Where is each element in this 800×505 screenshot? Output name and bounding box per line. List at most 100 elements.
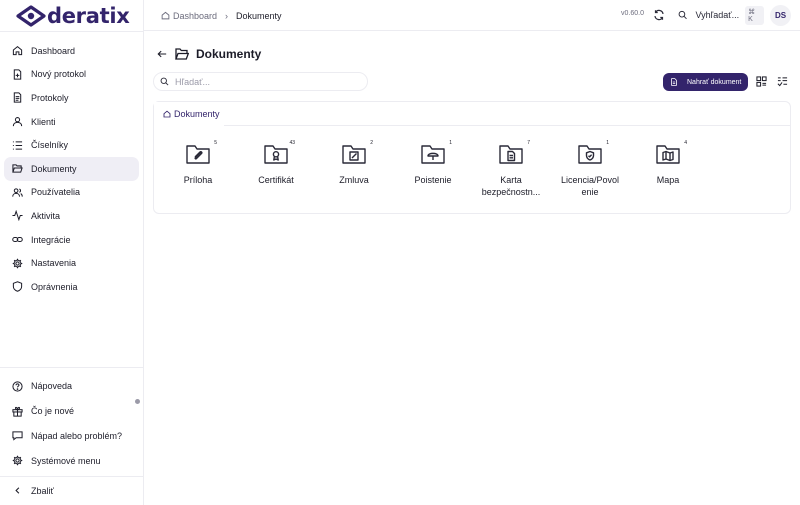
umbrella-folder-icon	[421, 145, 445, 164]
folder-label: Zmluva	[339, 175, 369, 185]
folder-karta-bezpecnostna[interactable]: 7 Karta bezpečnostn...	[471, 140, 551, 198]
sidebar-nav: Dashboard Nový protokol Protokoly Klient…	[4, 39, 139, 299]
sidebar-item-klienti[interactable]: Klienti	[4, 110, 139, 134]
sidebar-item-integracie[interactable]: Integrácie	[4, 228, 139, 252]
list-view-icon[interactable]	[777, 76, 788, 87]
sidebar-item-systemove-menu[interactable]: Systémové menu	[4, 448, 139, 473]
folder-open-icon	[175, 48, 189, 60]
home-icon	[12, 46, 23, 56]
folder-count: 7	[527, 140, 530, 146]
page-header: Dokumenty	[157, 45, 261, 63]
top-bar: Dashboard › Dokumenty v0.60.0 Vyhľadať..…	[144, 0, 800, 31]
gift-icon	[12, 406, 23, 417]
back-arrow-icon[interactable]	[157, 49, 167, 59]
logo[interactable]: deratix	[16, 2, 130, 30]
sidebar-item-label: Nový protokol	[31, 69, 87, 80]
sidebar-item-protokoly[interactable]: Protokoly	[4, 86, 139, 110]
sidebar-item-dashboard[interactable]: Dashboard	[4, 39, 139, 63]
folder-open-icon	[12, 164, 23, 173]
list-icon	[12, 141, 23, 150]
sidebar-item-nastavenia[interactable]: Nastavenia	[4, 251, 139, 275]
chevron-right-icon: ›	[225, 10, 229, 21]
folder-label: Karta bezpečnostn...	[481, 175, 541, 197]
folder-poistenie[interactable]: 1 Poistenie	[393, 140, 473, 186]
sidebar-item-feedback[interactable]: Nápad alebo problém?	[4, 424, 139, 449]
sidebar-item-novy-protokol[interactable]: Nový protokol	[4, 63, 139, 87]
sidebar-item-label: Nápoveda	[31, 381, 73, 392]
refresh-icon[interactable]	[653, 9, 665, 21]
tab-label: Dokumenty	[174, 109, 220, 119]
upload-document-button[interactable]: Nahrať dokument	[663, 73, 748, 91]
file-icon	[671, 78, 677, 86]
grid-view-icon[interactable]	[756, 76, 767, 87]
activity-icon	[12, 210, 23, 222]
sidebar-item-label: Klienti	[31, 116, 56, 127]
sidebar-item-label: Nápad alebo problém?	[31, 430, 123, 441]
gear-icon	[12, 258, 23, 268]
folder-certifikat[interactable]: 43 Certifikát	[236, 140, 316, 186]
home-icon	[161, 11, 170, 20]
chevron-left-icon	[15, 487, 20, 494]
folder-icon: 4	[655, 140, 687, 166]
folder-count: 5	[214, 140, 217, 146]
search-icon	[678, 10, 687, 20]
folder-count: 2	[370, 140, 373, 146]
document-search	[153, 72, 368, 91]
collapse-label: Zbaliť	[31, 485, 54, 496]
breadcrumb-current: Dokumenty	[236, 10, 282, 21]
document-folder-icon	[499, 145, 523, 164]
shield-check-folder-icon	[578, 145, 602, 164]
sidebar-item-label: Dokumenty	[31, 163, 77, 174]
paperclip-folder-icon	[186, 145, 210, 164]
folder-label: Certifikát	[258, 175, 294, 185]
sidebar-item-label: Používatelia	[31, 187, 81, 198]
file-plus-icon	[13, 69, 22, 80]
folder-mapa[interactable]: 4 Mapa	[628, 140, 708, 186]
search-icon	[160, 77, 169, 86]
sidebar-item-opravnenia[interactable]: Oprávnenia	[4, 275, 139, 299]
users-icon	[12, 188, 23, 197]
collapse-sidebar: Zbaliť	[4, 479, 139, 503]
folder-icon: 1	[577, 140, 609, 166]
sidebar-item-napoveda[interactable]: Nápoveda	[4, 374, 139, 399]
file-text-icon	[13, 92, 22, 104]
search-input[interactable]	[175, 76, 355, 87]
sidebar-bottom-nav: Nápoveda Čo je nové Nápad alebo problém?…	[4, 374, 139, 473]
sidebar-item-label: Dashboard	[31, 45, 76, 56]
sidebar-item-co-je-nove[interactable]: Čo je nové	[4, 399, 139, 424]
help-icon	[12, 381, 23, 392]
folder-label: Licencia/Povol enie	[560, 175, 620, 197]
folder-zmluva[interactable]: 2 Zmluva	[314, 140, 394, 186]
gear-icon	[12, 456, 23, 466]
folder-licencia-povolenie[interactable]: 1 Licencia/Povol enie	[550, 140, 630, 198]
sidebar-item-label: Protokoly	[31, 92, 69, 103]
sidebar-item-label: Číselníky	[31, 140, 69, 151]
sidebar: deratix Dashboard Nový protokol Protokol…	[0, 0, 144, 505]
sidebar-item-aktivita[interactable]: Aktivita	[4, 204, 139, 228]
folder-icon: 2	[341, 140, 373, 166]
home-icon	[163, 110, 171, 118]
sidebar-item-dokumenty[interactable]: Dokumenty	[4, 156, 139, 181]
message-icon	[12, 431, 23, 442]
sidebar-item-pouzivatelia[interactable]: Používatelia	[4, 181, 139, 205]
collapse-button[interactable]: Zbaliť	[4, 479, 139, 503]
divider	[224, 125, 790, 126]
folder-icon: 43	[263, 140, 295, 166]
folder-label: Príloha	[183, 175, 213, 185]
global-search-label: Vyhľadať...	[695, 10, 740, 20]
tab-dokumenty[interactable]: Dokumenty	[154, 102, 224, 126]
folder-label: Poistenie	[414, 175, 452, 185]
shield-icon	[12, 281, 23, 293]
avatar[interactable]: DS	[770, 5, 791, 26]
sidebar-item-ciselniky[interactable]: Číselníky	[4, 133, 139, 157]
award-folder-icon	[264, 145, 288, 164]
folder-priloha[interactable]: 5 Príloha	[158, 140, 238, 186]
user-icon	[12, 117, 23, 127]
divider	[0, 476, 144, 477]
sidebar-item-label: Integrácie	[31, 234, 71, 245]
search-shortcut: ⌘ K	[745, 5, 764, 25]
logo-mark-icon	[16, 5, 46, 27]
breadcrumb-label: Dashboard	[173, 10, 218, 21]
global-search-button[interactable]: Vyhľadať... ⌘ K	[674, 5, 764, 25]
breadcrumb-dashboard[interactable]: Dashboard	[161, 11, 217, 21]
